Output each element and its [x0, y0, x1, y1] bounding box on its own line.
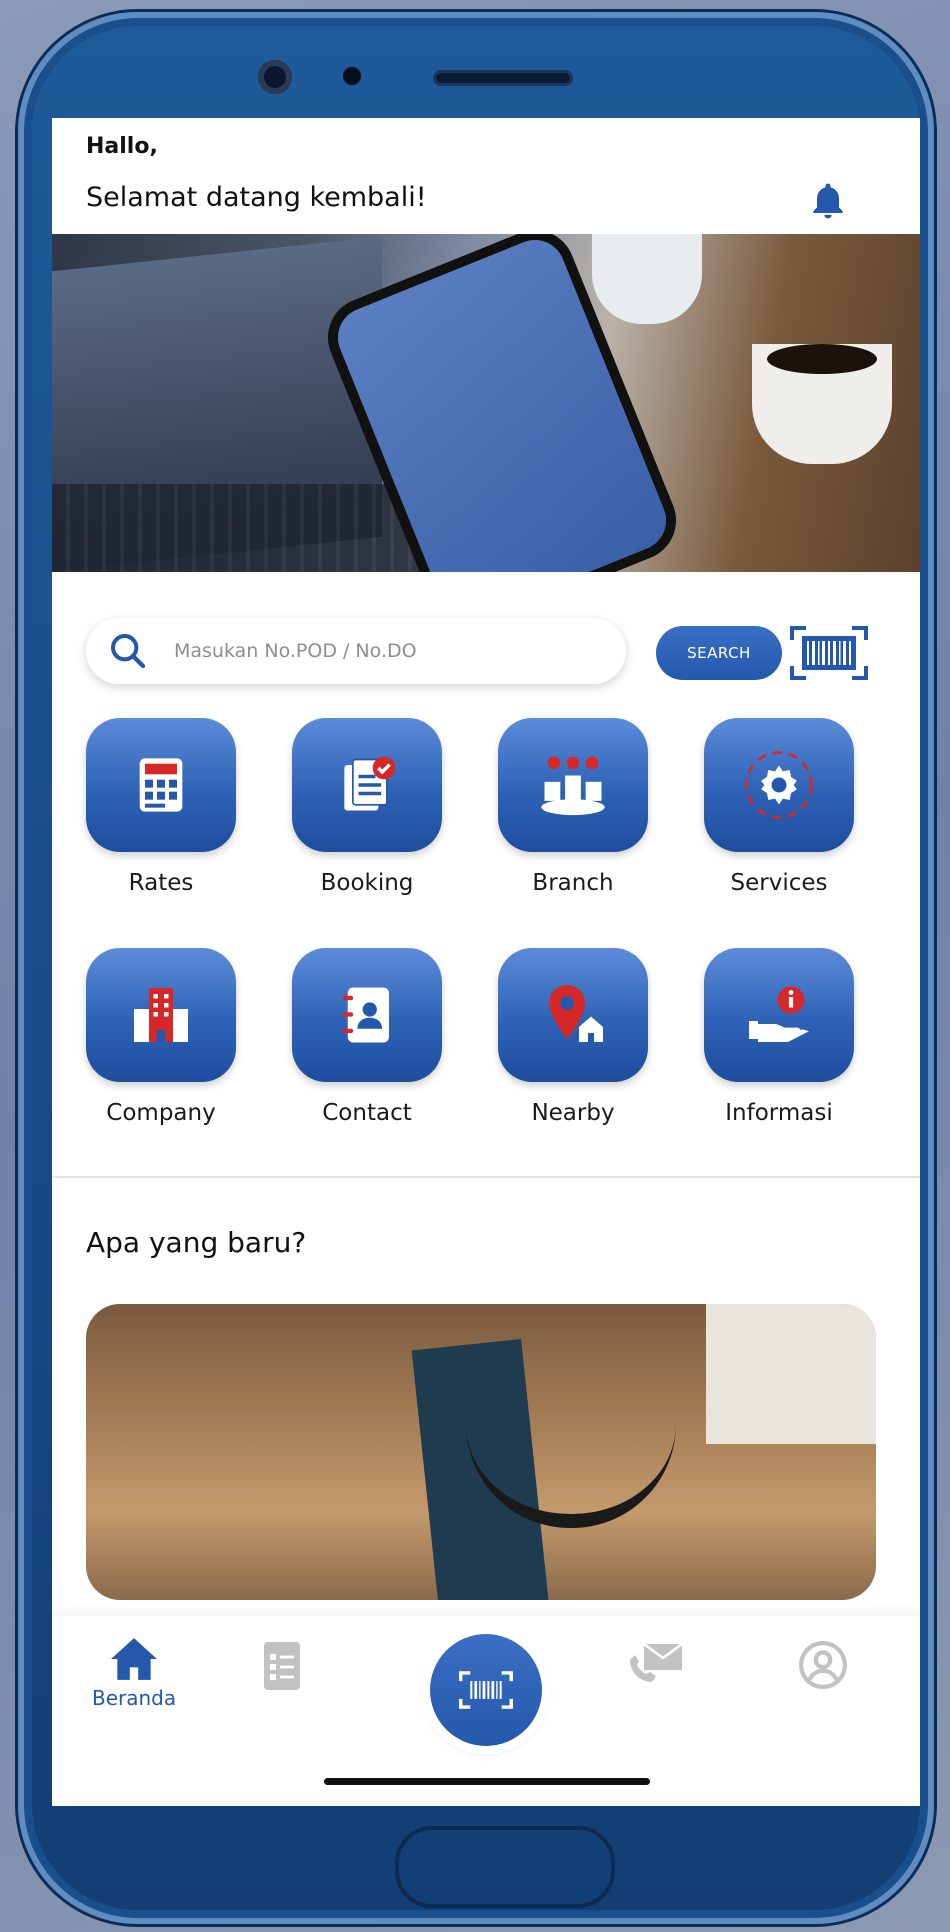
scan-fab-button[interactable]	[430, 1634, 542, 1746]
app-screen: Hallo, Selamat datang kembali! SEARCH	[52, 118, 920, 1806]
news-section-title: Apa yang baru?	[86, 1226, 307, 1259]
tab-list[interactable]	[262, 1640, 302, 1692]
menu-label: Company	[106, 1100, 216, 1126]
barcode-scan-icon[interactable]	[788, 622, 870, 684]
user-icon	[799, 1641, 847, 1689]
tab-contact[interactable]	[626, 1640, 686, 1686]
gear-icon	[704, 718, 854, 852]
menu-item-services[interactable]: Services	[704, 718, 854, 896]
menu-label: Services	[730, 870, 828, 896]
menu-item-informasi[interactable]: Informasi	[704, 948, 854, 1126]
building-icon	[86, 948, 236, 1082]
menu-label: Nearby	[531, 1100, 615, 1126]
map-buildings-icon	[498, 718, 648, 852]
barcode-scan-icon	[459, 1671, 513, 1709]
news-card[interactable]	[86, 1304, 876, 1600]
calculator-icon	[86, 718, 236, 852]
menu-label: Booking	[320, 870, 414, 896]
home-icon	[111, 1638, 157, 1680]
welcome-text: Selamat datang kembali!	[86, 182, 427, 213]
menu-label: Rates	[128, 870, 194, 896]
menu-label: Informasi	[725, 1100, 833, 1126]
tab-label: Beranda	[92, 1686, 177, 1710]
banner-lamp-image	[592, 234, 702, 324]
news-image-background	[706, 1304, 876, 1444]
phone-mail-icon	[630, 1642, 683, 1682]
tab-beranda[interactable]: Beranda	[92, 1636, 176, 1710]
info-hand-icon	[704, 948, 854, 1082]
greeting-text: Hallo,	[86, 134, 158, 159]
proximity-sensor	[343, 67, 361, 85]
menu-item-booking[interactable]: Booking	[292, 718, 442, 896]
menu-item-nearby[interactable]: Nearby	[498, 948, 648, 1126]
menu-item-contact[interactable]: Contact	[292, 948, 442, 1126]
menu-item-company[interactable]: Company	[86, 948, 236, 1126]
tab-profile[interactable]	[798, 1640, 848, 1690]
menu-item-branch[interactable]: Branch	[498, 718, 648, 896]
front-camera	[258, 60, 292, 94]
search-button[interactable]: SEARCH	[656, 626, 782, 680]
location-home-icon	[498, 948, 648, 1082]
address-book-icon	[292, 948, 442, 1082]
tracking-search-bar[interactable]	[86, 618, 626, 684]
home-indicator[interactable]	[324, 1778, 650, 1785]
earpiece-speaker	[433, 70, 573, 86]
document-check-icon	[292, 718, 442, 852]
banner-coffee-image	[767, 344, 877, 374]
menu-label: Contact	[322, 1100, 412, 1126]
menu-item-rates[interactable]: Rates	[86, 718, 236, 896]
hero-banner-carousel[interactable]	[52, 234, 920, 572]
search-icon	[111, 634, 146, 669]
tracking-number-input[interactable]	[172, 639, 576, 663]
menu-label: Branch	[532, 870, 614, 896]
list-icon	[264, 1642, 300, 1690]
bell-icon[interactable]	[806, 180, 850, 224]
hardware-home-button[interactable]	[395, 1826, 615, 1908]
section-divider	[52, 1176, 920, 1178]
